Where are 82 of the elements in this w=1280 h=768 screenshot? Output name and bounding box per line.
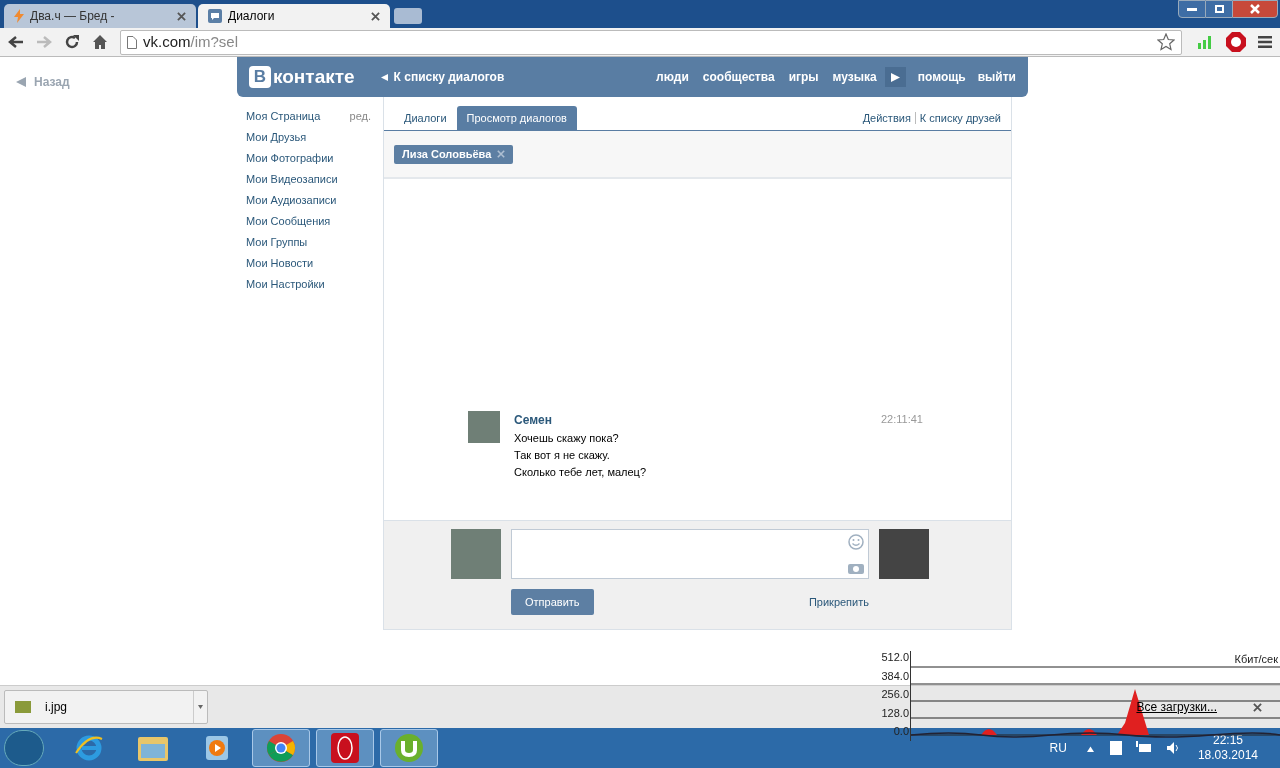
action-link[interactable]: К списку друзей bbox=[919, 109, 1001, 127]
edit-link[interactable]: ред. bbox=[349, 108, 371, 125]
action-link[interactable]: Действия bbox=[862, 109, 911, 127]
section-tab[interactable]: Просмотр диалогов bbox=[456, 106, 577, 130]
axis-tick-label: 256.0 bbox=[880, 688, 909, 700]
browser-e-icon bbox=[74, 733, 104, 763]
caret-icon bbox=[198, 704, 203, 710]
sidebar-link[interactable]: Мои Фотографии bbox=[246, 150, 334, 167]
minimize-button[interactable] bbox=[1178, 0, 1206, 18]
message-time: 22:11:41 bbox=[881, 412, 923, 427]
speaker-icon[interactable] bbox=[1165, 741, 1180, 755]
caret-icon bbox=[890, 72, 900, 82]
close-icon bbox=[1250, 4, 1260, 14]
avatar-photo-placeholder bbox=[451, 529, 501, 579]
caret-icon bbox=[380, 73, 388, 81]
axis-tick-label: 384.0 bbox=[880, 669, 909, 682]
site-logo[interactable]: В контакте bbox=[249, 62, 355, 92]
browser-tab[interactable]: Диалоги bbox=[198, 4, 390, 28]
nav-link[interactable]: помощь bbox=[917, 68, 966, 86]
tab-title: Диалоги bbox=[228, 8, 276, 25]
close-icon[interactable] bbox=[177, 11, 186, 21]
axis-tick-label: 512.0 bbox=[880, 651, 909, 663]
home-icon[interactable] bbox=[92, 34, 108, 50]
nav-link[interactable]: выйти bbox=[977, 68, 1016, 86]
browser-tab[interactable]: Два.ч — Бред - bbox=[4, 4, 196, 28]
nav-link[interactable]: люди bbox=[656, 68, 689, 86]
sidebar-link[interactable]: Моя Страница bbox=[246, 108, 321, 125]
page-icon bbox=[127, 35, 137, 49]
axis-tick-label: 128.0 bbox=[880, 706, 909, 719]
caret-icon bbox=[1086, 744, 1094, 752]
message-text: Сколько тебе лет, малец? bbox=[514, 465, 647, 480]
lightning-icon bbox=[14, 9, 24, 23]
download-item[interactable]: i.jpg bbox=[4, 690, 208, 724]
file-name: i.jpg bbox=[45, 699, 68, 716]
clock-date[interactable]: 18.03.2014 bbox=[1197, 748, 1258, 763]
sidebar-link[interactable]: Мои Новости bbox=[246, 255, 314, 272]
message-text: Хочешь скажу пока? bbox=[514, 431, 620, 446]
clock-time[interactable]: 22:15 bbox=[1212, 733, 1243, 748]
message-text: Так вот я не скажу. bbox=[514, 448, 611, 463]
sidebar-link[interactable]: Мои Настройки bbox=[246, 276, 325, 293]
reload-icon[interactable] bbox=[64, 34, 80, 50]
axis-tick-label: 0.0 bbox=[892, 725, 909, 737]
play-icon bbox=[205, 735, 229, 761]
close-icon[interactable] bbox=[371, 11, 380, 21]
chrome-logo-icon bbox=[266, 733, 296, 763]
taskbar-app-button[interactable] bbox=[252, 729, 310, 767]
recipient-chip[interactable]: Лиза Соловьёва bbox=[394, 144, 514, 164]
star-icon[interactable] bbox=[1157, 33, 1175, 51]
author-name[interactable]: Семен bbox=[514, 411, 552, 429]
sidebar-link[interactable]: Мои Сообщения bbox=[246, 213, 331, 230]
folder-icon bbox=[137, 734, 169, 762]
start-button[interactable] bbox=[4, 730, 44, 766]
language-indicator[interactable]: RU bbox=[1049, 739, 1067, 757]
recipient-name: Лиза Соловьёва bbox=[402, 146, 492, 162]
tab-title: Два.ч — Бред - bbox=[30, 8, 116, 25]
address-bar[interactable]: vk.com/im?sel bbox=[120, 29, 1182, 55]
sidebar-link[interactable]: Мои Группы bbox=[246, 234, 308, 251]
nav-link[interactable]: сообщества bbox=[702, 68, 775, 86]
back-arrow-icon[interactable] bbox=[8, 35, 24, 49]
attach-link[interactable]: Прикрепить bbox=[808, 593, 869, 611]
unit-label: Кбит/сек bbox=[1234, 652, 1278, 667]
caret-icon bbox=[16, 77, 26, 87]
back-to-dialogs-link[interactable]: К списку диалогов bbox=[380, 68, 505, 86]
arrow-button[interactable] bbox=[884, 67, 906, 87]
restore-button[interactable] bbox=[1206, 0, 1232, 18]
network-monitor-icon[interactable] bbox=[1135, 741, 1152, 755]
sidebar-link[interactable]: Мои Видеозаписи bbox=[246, 171, 338, 188]
nav-link[interactable]: игры bbox=[788, 68, 819, 86]
taskbar-app-button[interactable] bbox=[316, 729, 374, 767]
sidebar-link[interactable]: Мои Аудиозаписи bbox=[246, 192, 337, 209]
torrent-logo-icon bbox=[394, 733, 424, 763]
send-button[interactable]: Отправить bbox=[511, 589, 594, 615]
section-tab[interactable]: Диалоги bbox=[394, 106, 457, 130]
taskbar-app-button[interactable] bbox=[380, 729, 438, 767]
nav-link[interactable]: музыка bbox=[832, 68, 877, 86]
opera-logo-icon bbox=[331, 733, 359, 763]
chat-bubble-icon bbox=[208, 9, 222, 23]
url-text: vk.com/im?sel bbox=[143, 31, 239, 52]
menu-icon[interactable] bbox=[1258, 36, 1272, 48]
close-window-button[interactable] bbox=[1232, 0, 1278, 18]
sidebar-link[interactable]: Мои Друзья bbox=[246, 129, 307, 146]
close-icon[interactable] bbox=[1253, 702, 1262, 712]
